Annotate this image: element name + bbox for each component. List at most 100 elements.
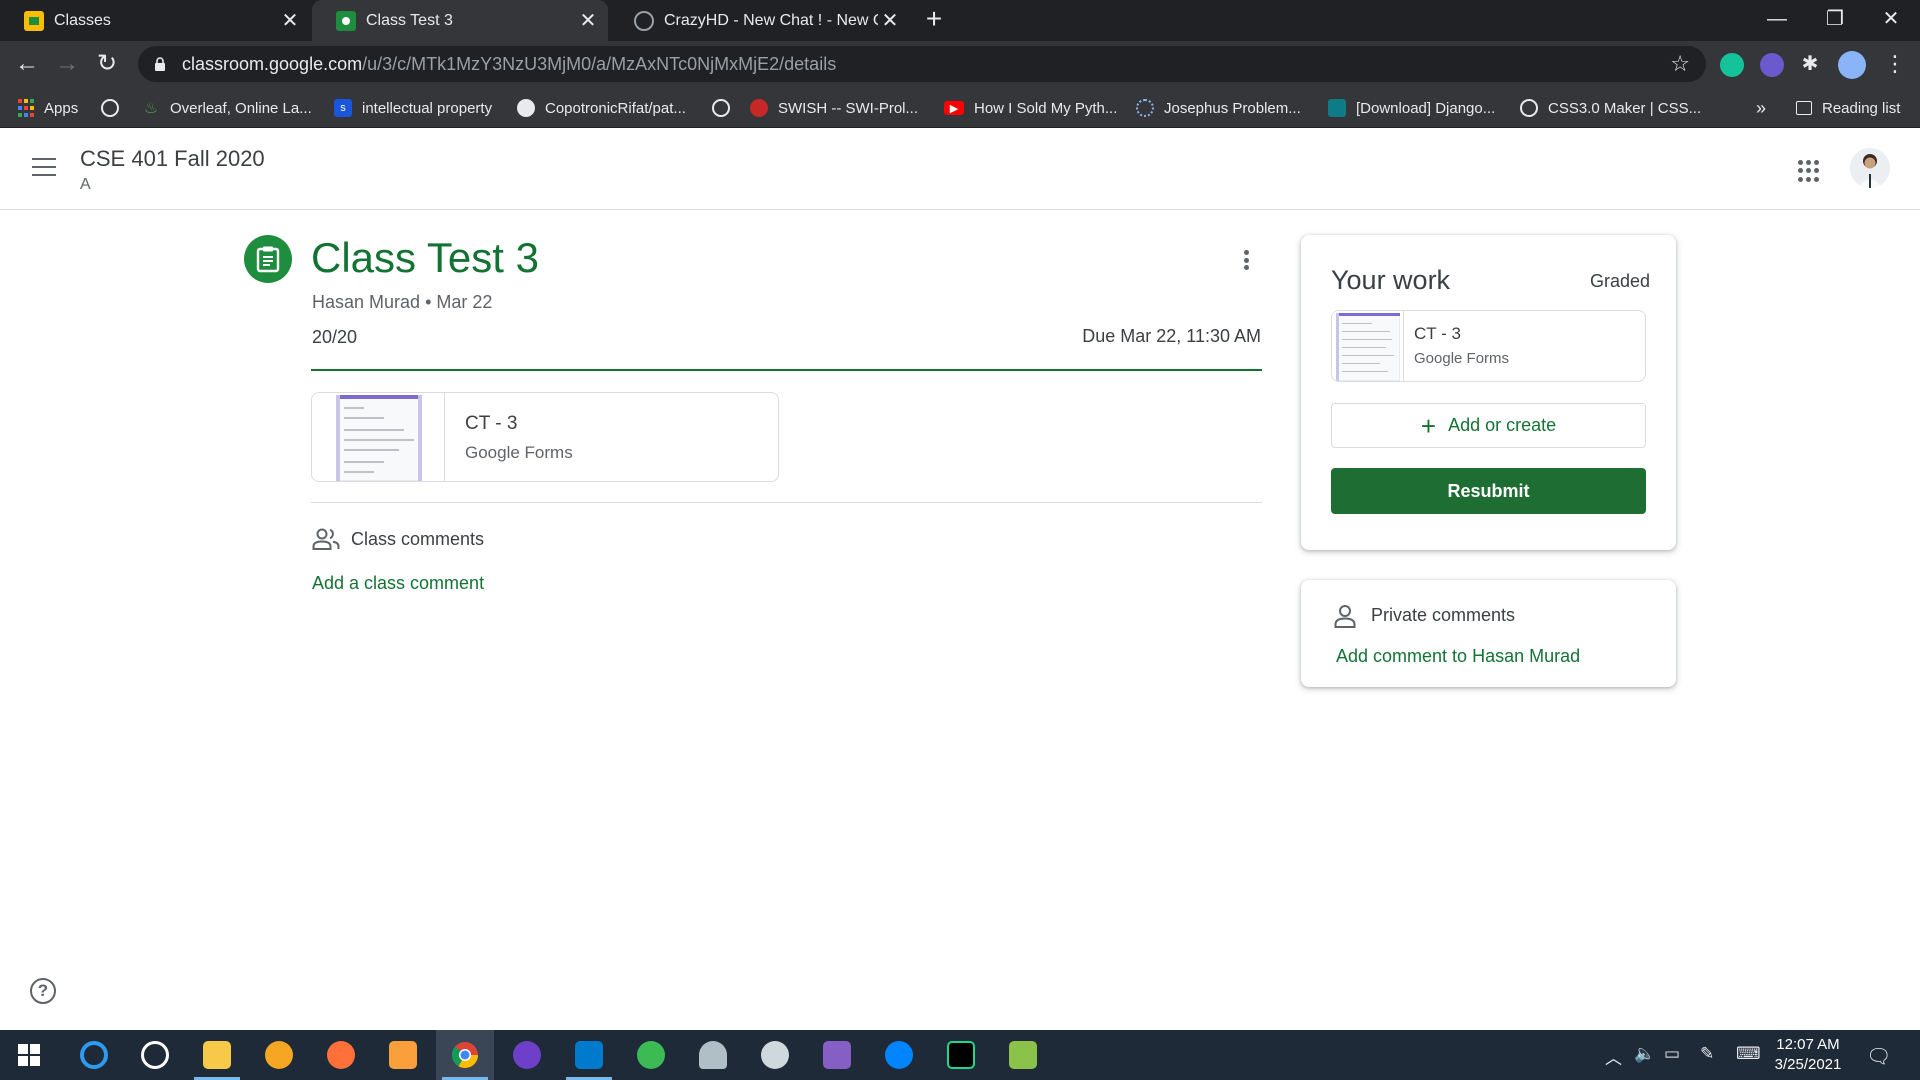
bookmark-label: CSS3.0 Maker | CSS... [1548, 99, 1702, 117]
reload-icon[interactable]: ↻ [92, 50, 122, 80]
add-private-comment-link[interactable]: Add comment to Hasan Murad [1336, 646, 1580, 667]
bookmark-django[interactable]: [Download] Django... [1328, 88, 1495, 128]
attachment-card[interactable]: CT - 3 Google Forms [311, 392, 779, 482]
hamburger-menu-icon[interactable] [32, 158, 56, 178]
bookmark-label: Apps [44, 99, 79, 117]
user-avatar[interactable] [1850, 148, 1890, 188]
youtube-icon: ▶ [944, 101, 964, 115]
tor-browser-icon[interactable] [250, 1030, 308, 1080]
bookmark-globe-2[interactable] [712, 88, 740, 128]
github-icon [517, 99, 535, 117]
notifications-icon[interactable]: 🗨 [1866, 1044, 1891, 1069]
bookmark-css3-maker[interactable]: CSS3.0 Maker | CSS... [1520, 88, 1701, 128]
section-divider [311, 502, 1262, 503]
tab-classes[interactable]: Classes ✕ [0, 0, 310, 41]
class-name[interactable]: CSE 401 Fall 2020 [80, 146, 265, 172]
tab-crazyhd[interactable]: CrazyHD - New Chat ! - New Cha ✕ [610, 0, 910, 41]
attachment-type: Google Forms [465, 443, 573, 462]
pen-icon[interactable]: ✎ [1700, 1044, 1714, 1064]
form-thumbnail [312, 393, 445, 481]
bookmark-josephus[interactable]: Josephus Problem... [1136, 88, 1301, 128]
extension-icon[interactable] [1760, 53, 1784, 77]
bookmark-github[interactable]: CopotronicRifat/pat... [517, 88, 686, 128]
bookmark-overleaf[interactable]: ♨ Overleaf, Online La... [142, 88, 312, 128]
chrome-taskbar-icon[interactable] [436, 1030, 494, 1080]
file-explorer-icon[interactable] [188, 1030, 246, 1080]
assignment-meta: Hasan Murad • Mar 22 [312, 292, 493, 312]
classroom-header: CSE 401 Fall 2020 A [0, 128, 1920, 210]
messenger-icon[interactable] [870, 1030, 928, 1080]
attachment-title: CT - 3 [1414, 324, 1461, 343]
minimize-icon[interactable]: — [1748, 0, 1806, 41]
tray-chevron-up-icon[interactable]: ︿ [1605, 1044, 1622, 1069]
submitted-attachment-card[interactable]: CT - 3 Google Forms [1331, 310, 1646, 382]
bookmark-swish[interactable]: SWISH -- SWI-Prol... [750, 88, 918, 128]
app-umbrella-icon[interactable] [684, 1030, 742, 1080]
assignment-date: Mar 22 [436, 292, 493, 312]
profile-avatar-icon[interactable] [1838, 51, 1866, 79]
help-icon[interactable]: ? [30, 978, 56, 1004]
tab-class-test-3[interactable]: Class Test 3 ✕ [312, 0, 608, 41]
bookmark-label: Overleaf, Online La... [170, 99, 312, 117]
attachment-title: CT - 3 [465, 413, 518, 434]
tab-close-icon[interactable]: ✕ [576, 8, 600, 33]
assignment-due-date: Due Mar 22, 11:30 AM [1082, 326, 1261, 346]
address-bar[interactable]: classroom.google.com/u/3/c/MTk1MzY3NzU3M… [138, 46, 1706, 82]
reading-list[interactable]: Reading list [1796, 88, 1900, 128]
chrome-menu-icon[interactable]: ⋮ [1880, 50, 1910, 80]
more-options-icon[interactable] [1238, 248, 1254, 272]
firefox-icon[interactable] [312, 1030, 370, 1080]
github-desktop-icon[interactable] [498, 1030, 556, 1080]
browser-q-icon[interactable] [65, 1030, 123, 1080]
bookmark-apps[interactable]: Apps [18, 88, 78, 128]
resubmit-button[interactable]: Resubmit [1331, 468, 1646, 514]
internet-download-manager-icon[interactable] [622, 1030, 680, 1080]
globe-icon [101, 99, 119, 117]
keyboard-icon[interactable]: ⌨ [1736, 1044, 1761, 1064]
bookmark-label: Josephus Problem... [1164, 99, 1301, 117]
back-arrow-icon[interactable]: ← [12, 50, 42, 80]
grammarly-extension-icon[interactable] [1720, 53, 1744, 77]
bookmark-label: intellectual property [362, 99, 493, 117]
bookmarks-overflow-chevron-icon[interactable]: » [1756, 88, 1766, 128]
bookmark-intellectual-property[interactable]: s intellectual property [334, 88, 492, 128]
volume-icon[interactable]: 🔈 [1634, 1044, 1655, 1064]
visual-studio-icon[interactable] [808, 1030, 866, 1080]
assignment-author: Hasan Murad [312, 292, 421, 312]
apps-grid-icon [18, 99, 34, 117]
taskbar-clock[interactable]: 12:07 AM 3/25/2021 [1768, 1035, 1848, 1075]
windows-taskbar: ︿ 🔈 ▭ ✎ ⌨ 12:07 AM 3/25/2021 🗨 [0, 1030, 1920, 1080]
bookmark-label: SWISH -- SWI-Prol... [778, 99, 918, 117]
globe-icon [712, 99, 730, 117]
loading-icon [1136, 99, 1154, 117]
tab-title: Class Test 3 [366, 11, 453, 29]
forward-arrow-icon[interactable]: → [52, 50, 82, 80]
sublime-icon[interactable] [374, 1030, 432, 1080]
django-icon [1328, 99, 1346, 117]
tab-close-icon[interactable]: ✕ [278, 8, 302, 33]
bookmark-youtube[interactable]: ▶ How I Sold My Pyth... [944, 88, 1117, 128]
whatsapp-icon[interactable] [126, 1030, 184, 1080]
puzzle-extensions-icon[interactable]: ✱ [1798, 53, 1822, 77]
inkscape-icon[interactable] [746, 1030, 804, 1080]
vscode-icon[interactable] [560, 1030, 618, 1080]
private-comments-card: Private comments Add comment to Hasan Mu… [1301, 580, 1676, 687]
url-text: classroom.google.com/u/3/c/MTk1MzY3NzU3M… [182, 53, 837, 74]
assignment-icon [244, 235, 292, 283]
add-or-create-label: Add or create [1448, 415, 1557, 435]
network-icon[interactable]: ▭ [1664, 1044, 1680, 1064]
work-status: Graded [1589, 271, 1650, 291]
google-apps-icon[interactable] [1798, 160, 1820, 182]
plus-icon: + [1420, 410, 1437, 441]
add-or-create-button[interactable]: + Add or create [1331, 403, 1646, 448]
windows-start-icon[interactable] [0, 1030, 58, 1080]
bookmark-globe[interactable] [101, 88, 129, 128]
add-class-comment-link[interactable]: Add a class comment [312, 573, 484, 594]
restore-icon[interactable]: ❐ [1806, 0, 1864, 41]
pycharm-icon[interactable] [932, 1030, 990, 1080]
bookmark-star-icon[interactable]: ☆ [1670, 51, 1690, 77]
close-window-icon[interactable]: ✕ [1862, 0, 1920, 41]
new-tab-plus-icon[interactable]: + [920, 5, 948, 34]
notepad-icon[interactable] [994, 1030, 1052, 1080]
tab-close-icon[interactable]: ✕ [878, 8, 902, 33]
